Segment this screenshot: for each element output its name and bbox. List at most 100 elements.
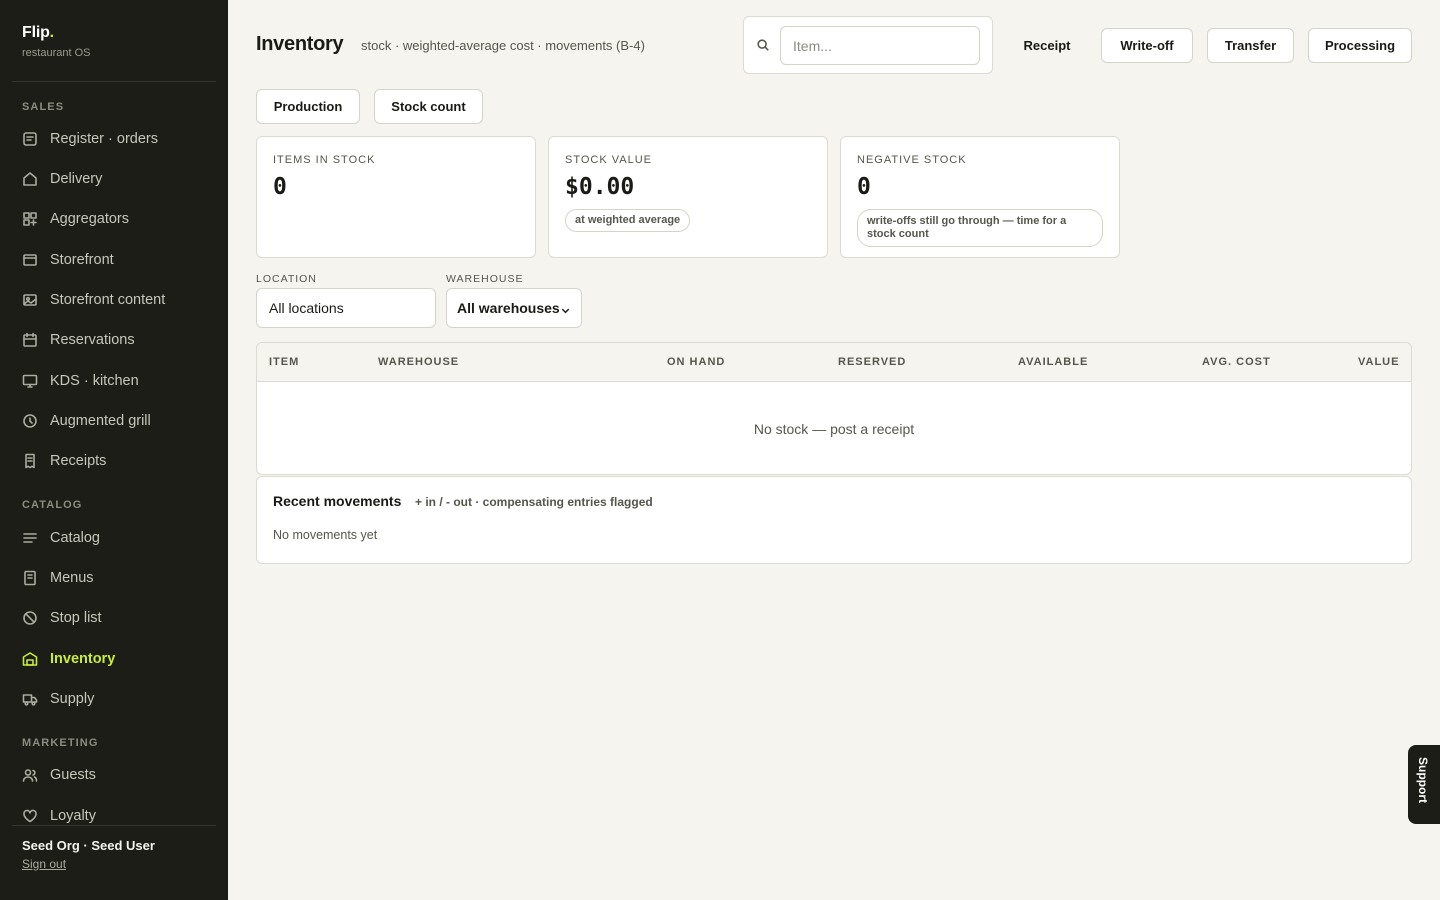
heart-icon — [22, 808, 38, 824]
sidebar-item-label: Stop list — [50, 610, 102, 626]
receipt-icon — [22, 453, 38, 469]
movements-empty-state: No movements yet — [273, 528, 378, 542]
location-select[interactable]: All locations — [256, 288, 436, 328]
sidebar-item-label: Supply — [50, 691, 95, 707]
column-header-reserved[interactable]: RESERVED — [838, 356, 906, 368]
sidebar-item-menus[interactable]: Menus — [14, 561, 214, 595]
stat-note-badge: at weighted average — [565, 209, 691, 232]
brand-logo: Flip. — [22, 24, 54, 41]
users-icon — [22, 767, 38, 783]
warehouse-label: WAREHOUSE — [446, 273, 524, 285]
table-empty-state: No stock — post a receipt — [753, 421, 915, 437]
sidebar-item-label: Reservations — [50, 332, 135, 348]
column-header-value[interactable]: VALUE — [1358, 356, 1399, 368]
sidebar-item-register-orders[interactable]: Register · orders — [14, 122, 214, 156]
sidebar-item-inventory[interactable]: Inventory — [14, 642, 214, 676]
sidebar-item-storefront[interactable]: Storefront — [14, 243, 214, 277]
divider — [12, 825, 216, 826]
sidebar-item-label: Aggregators — [50, 211, 129, 227]
sidebar-item-aggregators[interactable]: Aggregators — [14, 202, 214, 236]
sidebar-item-guests[interactable]: Guests — [14, 758, 214, 792]
sidebar-item-label: KDS · kitchen — [50, 373, 139, 389]
stat-label: STOCK VALUE — [565, 154, 653, 166]
support-tab[interactable]: Support — [1408, 745, 1440, 824]
sidebar-item-reservations[interactable]: Reservations — [14, 323, 214, 357]
brand[interactable]: Flip. restaurant OS — [22, 24, 90, 59]
location-value: All locations — [269, 300, 344, 316]
processing-button[interactable]: Processing — [1308, 28, 1412, 63]
table-header: ITEM WAREHOUSE ON HAND RESERVED AVAILABL… — [257, 343, 1411, 382]
grid-icon — [22, 211, 38, 227]
sidebar-item-label: Storefront — [50, 252, 114, 268]
sidebar: Flip. restaurant OS SALES Register · ord… — [0, 0, 228, 900]
warehouse-select[interactable]: All warehouses — [446, 288, 582, 328]
stat-value: 0 — [857, 174, 871, 200]
production-button[interactable]: Production — [256, 89, 360, 124]
home-icon — [22, 171, 38, 187]
current-user: Seed Org · Seed User — [22, 838, 155, 853]
receipt-list-icon — [22, 131, 38, 147]
recent-movements-panel: Recent movements + in / - out · compensa… — [256, 476, 1412, 564]
column-header-item[interactable]: ITEM — [269, 356, 299, 368]
page-title: Inventory — [256, 33, 344, 55]
support-label: Support — [1416, 757, 1430, 803]
write-off-button[interactable]: Write-off — [1101, 28, 1193, 63]
receipt-button[interactable]: Receipt — [1008, 28, 1086, 63]
column-header-avg-cost[interactable]: AVG. COST — [1202, 356, 1271, 368]
sidebar-item-label: Catalog — [50, 530, 100, 546]
stat-label: ITEMS IN STOCK — [273, 154, 376, 166]
sidebar-item-label: Augmented grill — [50, 413, 151, 429]
sidebar-item-label: Delivery — [50, 171, 103, 187]
browser-icon — [22, 252, 38, 268]
sidebar-item-label: Inventory — [50, 651, 116, 667]
page-subtitle: stock · weighted-average cost · movement… — [361, 38, 645, 53]
sidebar-item-storefront-content[interactable]: Storefront content — [14, 283, 214, 317]
list-icon — [22, 530, 38, 546]
sign-out-link[interactable]: Sign out — [22, 857, 66, 871]
search-box — [743, 16, 993, 74]
sidebar-item-supply[interactable]: Supply — [14, 682, 214, 716]
column-header-on-hand[interactable]: ON HAND — [667, 356, 725, 368]
stat-card-stock-value: STOCK VALUE $0.00 at weighted average — [548, 136, 828, 258]
divider — [12, 81, 216, 82]
calendar-icon — [22, 332, 38, 348]
sidebar-item-catalog[interactable]: Catalog — [14, 521, 214, 555]
monitor-icon — [22, 373, 38, 389]
stock-table: ITEM WAREHOUSE ON HAND RESERVED AVAILABL… — [256, 342, 1412, 475]
sidebar-footer: Seed Org · Seed User Sign out — [0, 825, 228, 900]
stat-label: NEGATIVE STOCK — [857, 154, 967, 166]
clock-icon — [22, 413, 38, 429]
stat-card-items-in-stock: ITEMS IN STOCK 0 — [256, 136, 536, 258]
sidebar-item-receipts[interactable]: Receipts — [14, 444, 214, 478]
sidebar-item-label: Receipts — [50, 453, 107, 469]
sidebar-item-label: Loyalty — [50, 808, 96, 824]
sidebar-item-label: Storefront content — [50, 292, 166, 308]
warehouse-value: All warehouses — [457, 300, 560, 316]
search-icon — [756, 38, 772, 54]
sidebar-item-delivery[interactable]: Delivery — [14, 162, 214, 196]
sidebar-item-label: Register · orders — [50, 131, 158, 147]
search-input[interactable] — [780, 26, 980, 65]
stat-card-negative-stock: NEGATIVE STOCK 0 write-offs still go thr… — [840, 136, 1120, 258]
truck-icon — [22, 691, 38, 707]
stock-count-button[interactable]: Stock count — [374, 89, 483, 124]
brand-subtitle: restaurant OS — [22, 47, 91, 59]
stat-value: 0 — [273, 174, 287, 200]
nav-section-sales: SALES — [22, 101, 65, 113]
nav-section-marketing: MARKETING — [22, 737, 99, 749]
menu-book-icon — [22, 570, 38, 586]
nav-section-catalog: CATALOG — [22, 499, 83, 511]
movements-subtitle: + in / - out · compensating entries flag… — [415, 495, 653, 509]
image-icon — [22, 292, 38, 308]
stat-note-badge: write-offs still go through — time for a… — [857, 209, 1103, 247]
column-header-warehouse[interactable]: WAREHOUSE — [378, 356, 459, 368]
sidebar-item-augmented-grill[interactable]: Augmented grill — [14, 404, 214, 438]
sidebar-item-label: Menus — [50, 570, 94, 586]
stat-value: $0.00 — [565, 174, 635, 200]
warehouse-icon — [22, 651, 38, 667]
ban-icon — [22, 610, 38, 626]
sidebar-item-kds-kitchen[interactable]: KDS · kitchen — [14, 364, 214, 398]
transfer-button[interactable]: Transfer — [1207, 28, 1294, 63]
column-header-available[interactable]: AVAILABLE — [1018, 356, 1088, 368]
sidebar-item-stop-list[interactable]: Stop list — [14, 601, 214, 635]
